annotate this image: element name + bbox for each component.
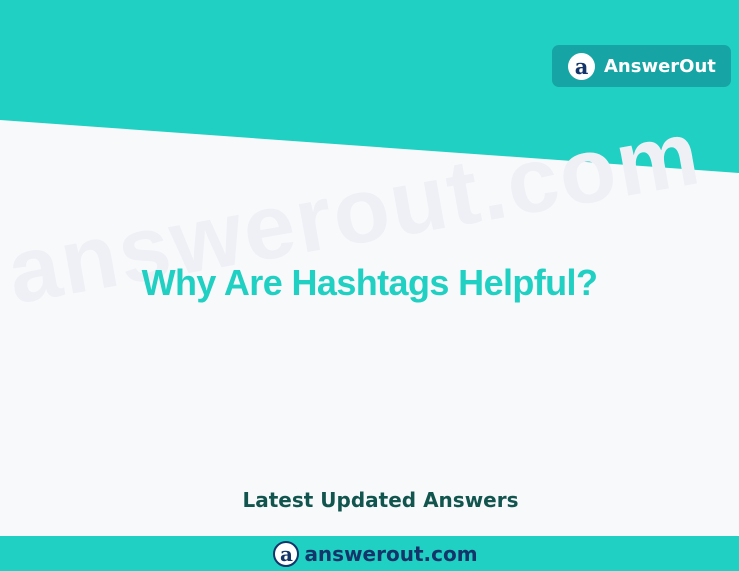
footer-bar: a answerout.com [0,536,739,571]
brand-name: AnswerOut [604,55,716,77]
answerout-footer-logo-icon: a [273,540,300,567]
answerout-logo-icon: a [568,52,595,80]
brand-badge[interactable]: a AnswerOut [552,45,731,87]
footer-site-name: answerout.com [304,541,478,566]
footer-site-link[interactable]: a answerout.com [273,540,478,567]
latest-updated-answers-link[interactable]: Latest Updated Answers [0,488,739,512]
question-title: Why Are Hashtags Helpful? [141,262,598,303]
